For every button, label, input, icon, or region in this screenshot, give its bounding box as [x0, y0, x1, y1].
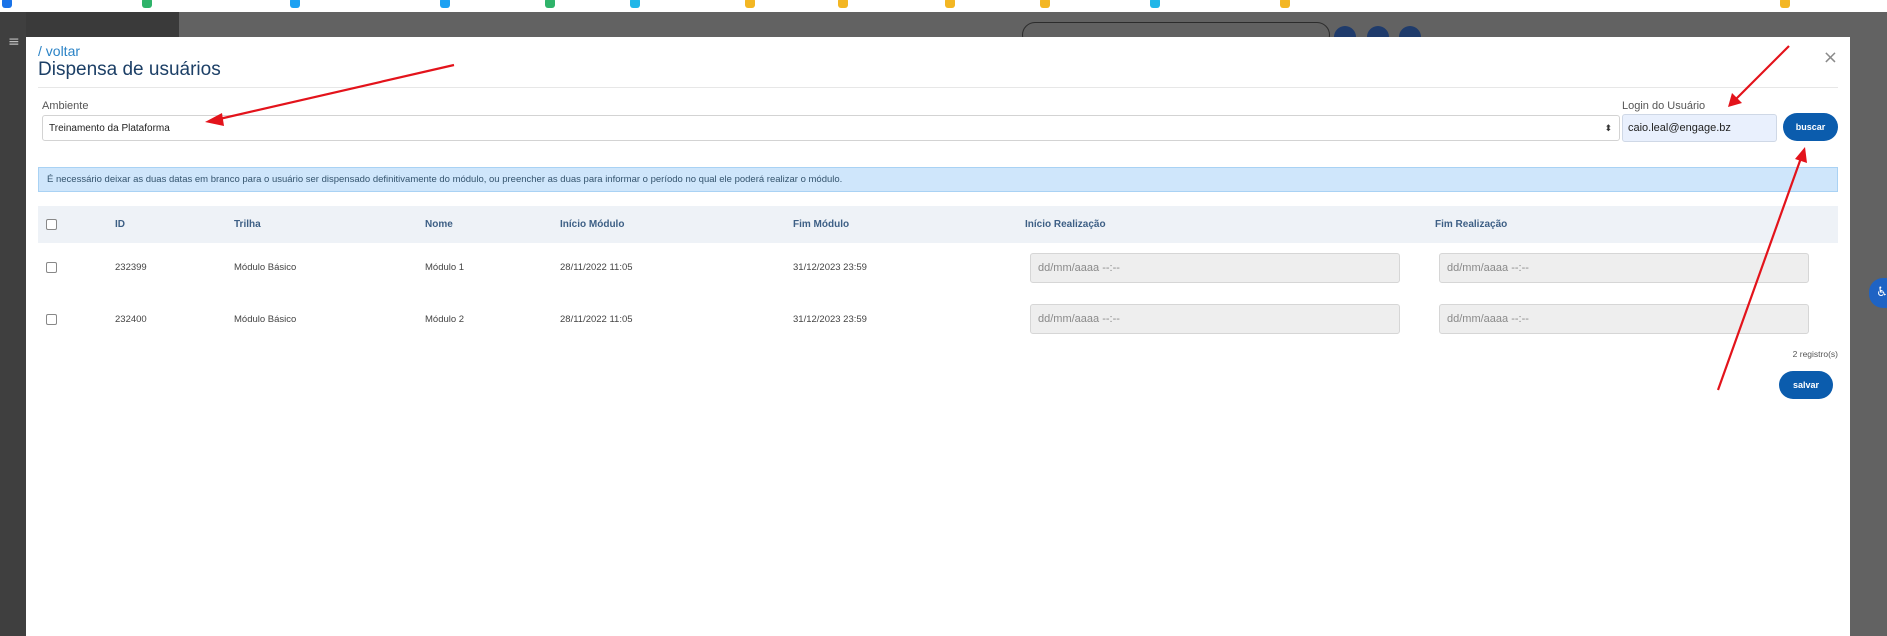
annotation-arrows [205, 45, 1807, 391]
annotation-arrow [214, 63, 455, 122]
annotation-arrowhead [1795, 147, 1807, 163]
annotation-arrow [1733, 45, 1790, 102]
annotation-arrowhead [205, 113, 224, 126]
annotation-arrow [1716, 157, 1803, 391]
